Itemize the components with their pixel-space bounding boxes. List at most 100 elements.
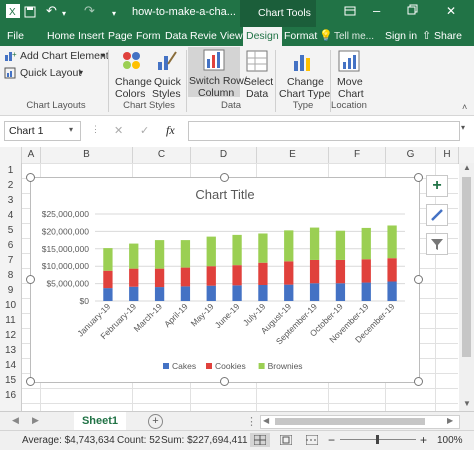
undo-dropdown-icon[interactable]: ▾ (62, 9, 66, 18)
resize-handle[interactable] (220, 173, 229, 182)
tell-me-input[interactable]: Tell me... (334, 31, 374, 42)
prev-sheet-icon[interactable]: ◀ (12, 415, 19, 426)
resize-handle[interactable] (414, 173, 423, 182)
resize-handle[interactable] (220, 377, 229, 386)
row-header[interactable]: 13 (0, 345, 21, 356)
column-header[interactable]: F (329, 147, 386, 163)
vertical-scrollbar[interactable]: ▲ ▼ (459, 163, 474, 411)
row-header[interactable]: 7 (0, 255, 21, 266)
column-header[interactable]: B (41, 147, 133, 163)
zoom-slider-thumb[interactable] (376, 435, 379, 444)
row-header[interactable]: 8 (0, 270, 21, 281)
restore-icon[interactable] (407, 4, 418, 18)
select-data-button[interactable]: Select Data (242, 48, 274, 100)
chart-styles-brush-icon[interactable] (426, 204, 448, 226)
tab-formulas[interactable]: Form (133, 27, 164, 46)
formula-input[interactable] (188, 121, 460, 141)
row-header[interactable]: 11 (0, 315, 21, 326)
column-header[interactable]: A (22, 147, 41, 163)
row-header[interactable]: 10 (0, 300, 21, 311)
redo-icon[interactable]: ↷ (84, 3, 95, 19)
tab-view[interactable]: View (217, 27, 246, 46)
chart-elements-plus-icon[interactable]: + (426, 175, 448, 197)
select-all-corner[interactable] (0, 147, 22, 163)
change-chart-type-button[interactable]: Change Chart Type (278, 48, 330, 100)
tab-home[interactable]: Home (44, 27, 78, 46)
resize-handle[interactable] (26, 275, 35, 284)
close-icon[interactable]: ✕ (446, 4, 456, 18)
zoom-in-button[interactable]: + (420, 433, 427, 447)
legend-swatch (258, 363, 265, 369)
resize-handle[interactable] (414, 275, 423, 284)
quick-styles-button[interactable]: Quick Styles (150, 48, 186, 100)
switch-row-column-label-1: Switch Row/ (189, 75, 247, 87)
row-header[interactable]: 3 (0, 195, 21, 206)
enter-formula-button[interactable]: ✓ (140, 124, 149, 137)
row-header[interactable]: 5 (0, 225, 21, 236)
sign-in-link[interactable]: Sign in (385, 30, 417, 42)
chevron-down-icon[interactable]: ▾ (69, 125, 73, 134)
share-button[interactable]: Share (434, 30, 462, 42)
sheet-tab[interactable]: Sheet1 (74, 412, 126, 432)
chart-filters-funnel-icon[interactable] (426, 233, 448, 255)
row-header[interactable]: 15 (0, 375, 21, 386)
chevron-down-icon: ▾ (101, 51, 106, 60)
zoom-level[interactable]: 100% (437, 435, 463, 446)
scroll-right-icon[interactable]: ▶ (447, 416, 453, 425)
column-header[interactable]: C (133, 147, 191, 163)
row-header[interactable]: 6 (0, 240, 21, 251)
row-header[interactable]: 12 (0, 330, 21, 341)
minimize-icon[interactable]: – (373, 3, 380, 18)
switch-row-column-button[interactable]: Switch Row/ Column (188, 47, 247, 99)
legend-label: Cookies (215, 361, 246, 371)
new-sheet-plus-icon[interactable]: + (148, 414, 163, 429)
cancel-formula-button[interactable]: ✕ (114, 124, 123, 137)
next-sheet-icon[interactable]: ▶ (32, 415, 39, 426)
horizontal-scrollbar[interactable]: ◀ ▶ (260, 415, 460, 429)
column-header[interactable]: G (386, 147, 436, 163)
tab-review[interactable]: Revie (187, 27, 220, 46)
save-icon[interactable] (24, 6, 36, 21)
customize-qat-icon[interactable]: ▾ (112, 9, 116, 18)
tab-design[interactable]: Design (243, 27, 282, 46)
row-header[interactable]: 4 (0, 210, 21, 221)
column-header[interactable]: E (257, 147, 329, 163)
row-header[interactable]: 9 (0, 285, 21, 296)
resize-handle[interactable] (414, 377, 423, 386)
column-header[interactable]: D (191, 147, 257, 163)
column-header[interactable]: H (436, 147, 459, 163)
page-layout-view-button[interactable] (279, 434, 293, 448)
undo-icon[interactable]: ↶ (46, 3, 57, 19)
row-header[interactable]: 16 (0, 390, 21, 401)
resize-handle[interactable] (26, 173, 35, 182)
row-header[interactable]: 1 (0, 165, 21, 176)
insert-function-button[interactable]: fx (166, 123, 175, 138)
tab-data[interactable]: Data (162, 27, 190, 46)
change-colors-button[interactable]: Change Colors (112, 48, 152, 100)
row-header[interactable]: 14 (0, 360, 21, 371)
tab-file[interactable]: File (4, 27, 27, 46)
tab-page-layout[interactable]: Page (105, 27, 136, 46)
ribbon-display-options-icon[interactable] (344, 5, 356, 20)
share-icon[interactable]: ⇧ (422, 29, 431, 42)
collapse-ribbon-icon[interactable]: ˄ (462, 102, 467, 112)
expand-formula-bar-icon[interactable]: ▾ (461, 123, 465, 132)
chart-tools-context: Chart Tools (240, 0, 316, 27)
quick-styles-label-1: Quick (154, 76, 181, 88)
scroll-down-icon[interactable]: ▼ (463, 399, 471, 408)
resize-handle[interactable] (26, 377, 35, 386)
normal-view-button[interactable] (250, 433, 270, 447)
scroll-up-icon[interactable]: ▲ (463, 163, 471, 172)
zoom-out-button[interactable]: − (328, 433, 335, 447)
scroll-thumb[interactable] (462, 177, 471, 357)
tab-insert[interactable]: Insert (75, 27, 107, 46)
scroll-thumb[interactable] (275, 418, 425, 425)
tab-format[interactable]: Format (281, 27, 320, 46)
chart-object[interactable]: Chart Title $0 $5,000,000 $10,000,000 $15,00… (30, 177, 420, 383)
row-header[interactable]: 2 (0, 180, 21, 191)
bar-segment (103, 270, 113, 289)
name-box[interactable]: Chart 1 ▾ (4, 121, 81, 141)
move-chart-button[interactable]: Move Chart (332, 48, 366, 100)
page-break-view-button[interactable] (305, 434, 319, 448)
scroll-left-icon[interactable]: ◀ (263, 416, 269, 425)
